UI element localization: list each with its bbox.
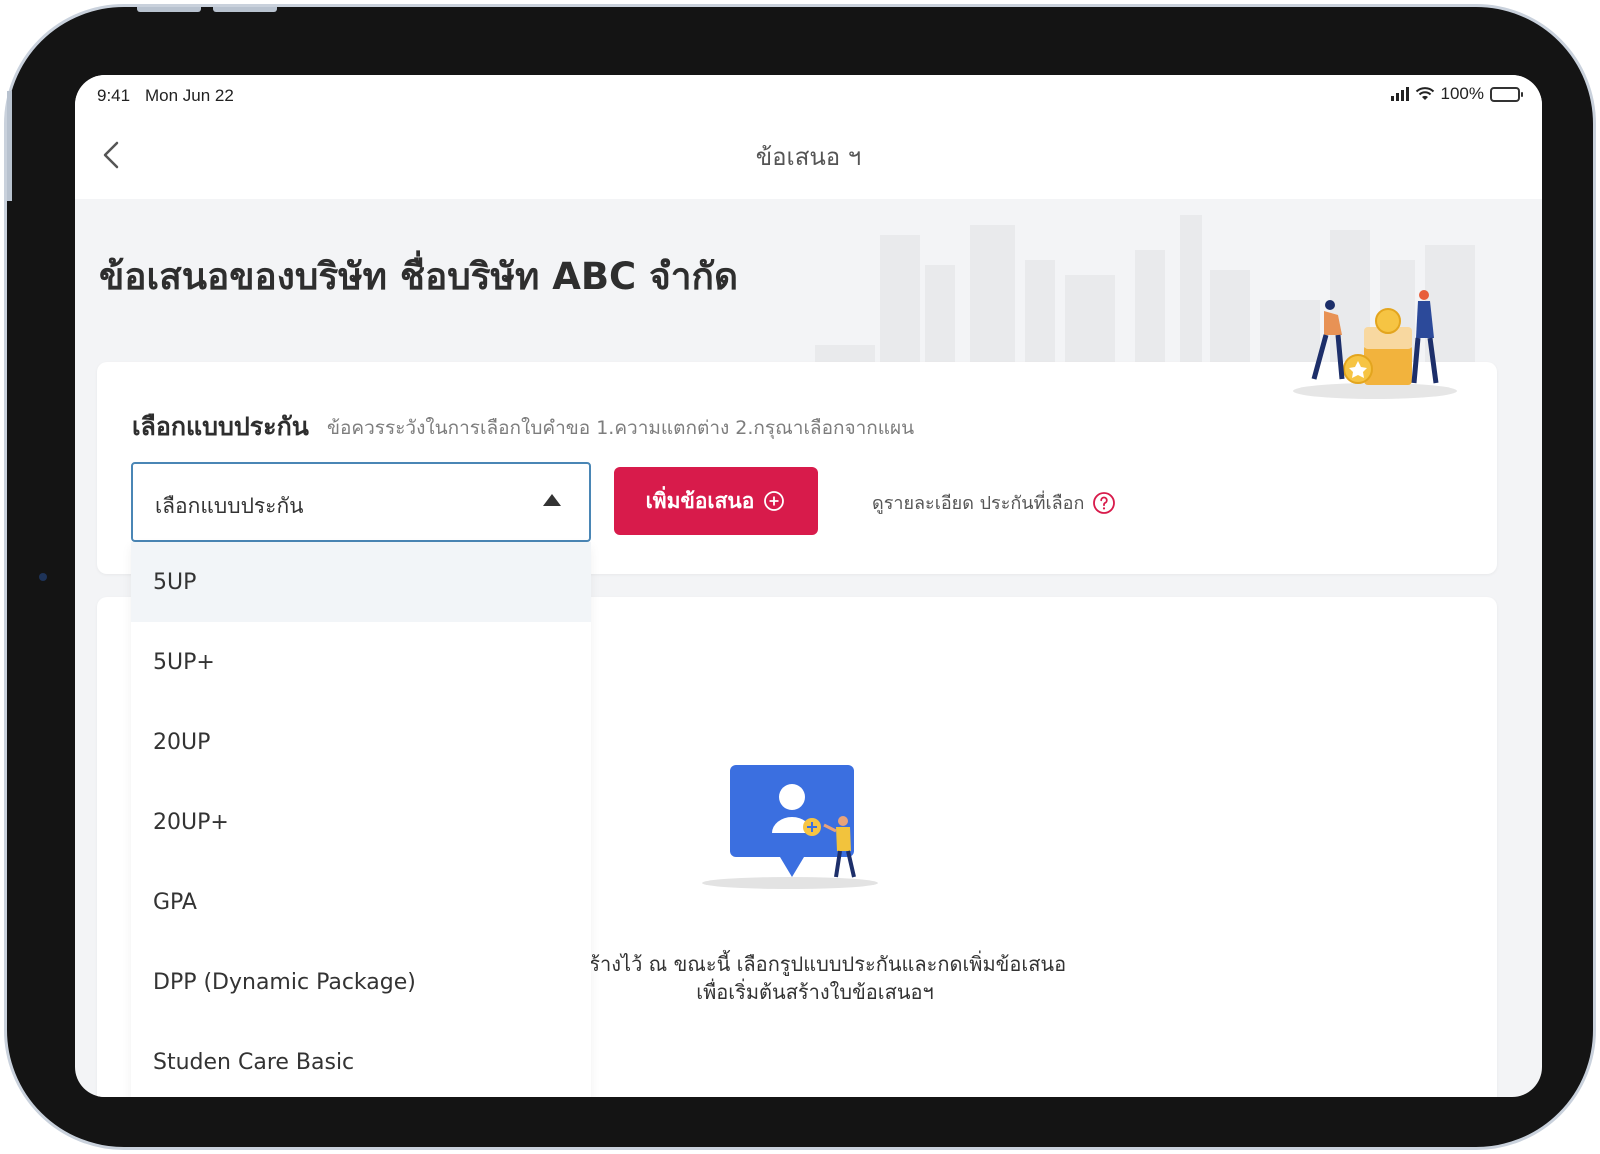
- status-indicators: 100%: [1390, 84, 1523, 104]
- add-user-illustration: [702, 765, 878, 889]
- status-bar: 9:41 Mon Jun 22 100%: [75, 75, 1542, 119]
- status-time: 9:41: [97, 86, 131, 105]
- plan-select-value: เลือกแบบประกัน: [155, 494, 304, 518]
- plan-section-label: เลือกแบบประกัน: [132, 412, 309, 441]
- plan-section-hint: ข้อควรระวังในการเลือกใบคำขอ 1.ความแตกต่า…: [327, 417, 915, 439]
- caret-up-icon: [543, 494, 561, 506]
- help-circle-icon[interactable]: [1092, 491, 1116, 515]
- plus-circle-icon: [764, 491, 785, 511]
- volume-button: [137, 7, 201, 12]
- tablet-frame: 9:41 Mon Jun 22 100% ข้อเสนอ ฯ ข้อเสนอขอ…: [4, 4, 1596, 1150]
- nav-title: ข้อเสนอ ฯ: [755, 143, 862, 171]
- empty-state-line-2: เพื่อเริ่มต้นสร้างใบข้อเสนอฯ: [696, 980, 934, 1004]
- dropdown-option-dpp[interactable]: DPP (Dynamic Package): [131, 942, 591, 1022]
- nav-bar: ข้อเสนอ ฯ: [75, 119, 1542, 199]
- dropdown-option-20up[interactable]: 20UP: [131, 702, 591, 782]
- add-offer-button[interactable]: เพิ่มข้อเสนอ: [614, 467, 818, 535]
- dropdown-option-gpa[interactable]: GPA: [131, 862, 591, 942]
- battery-percent: 100%: [1440, 84, 1484, 103]
- plan-select[interactable]: เลือกแบบประกัน: [131, 462, 591, 542]
- side-button: [7, 91, 12, 201]
- plan-detail-label: ดูรายละเอียด ประกันที่เลือก: [872, 493, 1085, 514]
- dropdown-option-5up[interactable]: 5UP: [131, 542, 591, 622]
- volume-button: [213, 7, 277, 12]
- plan-dropdown-menu: 5UP 5UP+ 20UP 20UP+ GPA DPP (Dynamic Pac…: [131, 542, 591, 1097]
- app-screen: 9:41 Mon Jun 22 100% ข้อเสนอ ฯ ข้อเสนอขอ…: [75, 75, 1542, 1097]
- camera-dot: [39, 573, 47, 581]
- battery-icon: [1490, 86, 1523, 102]
- dropdown-option-student-care-basic[interactable]: Studen Care Basic: [131, 1022, 591, 1097]
- plan-detail-link[interactable]: ดูรายละเอียด ประกันที่เลือก: [872, 488, 1116, 517]
- dropdown-option-5up-plus[interactable]: 5UP+: [131, 622, 591, 702]
- page-title: ข้อเสนอของบริษัท ชื่อบริษัท ABC จำกัด: [99, 255, 738, 298]
- empty-state-line-1: ที่สร้างไว้ ณ ขณะนี้ เลือกรูปแบบประกันแล…: [563, 952, 1067, 976]
- people-coins-illustration: [1293, 290, 1457, 399]
- add-offer-label: เพิ่มข้อเสนอ: [645, 488, 755, 513]
- wifi-icon: [1415, 87, 1434, 100]
- signal-icon: [1390, 87, 1409, 101]
- empty-state-message: ที่สร้างไว้ ณ ขณะนี้ เลือกรูปแบบประกันแล…: [515, 950, 1115, 1006]
- dropdown-option-20up-plus[interactable]: 20UP+: [131, 782, 591, 862]
- status-date: Mon Jun 22: [145, 86, 234, 105]
